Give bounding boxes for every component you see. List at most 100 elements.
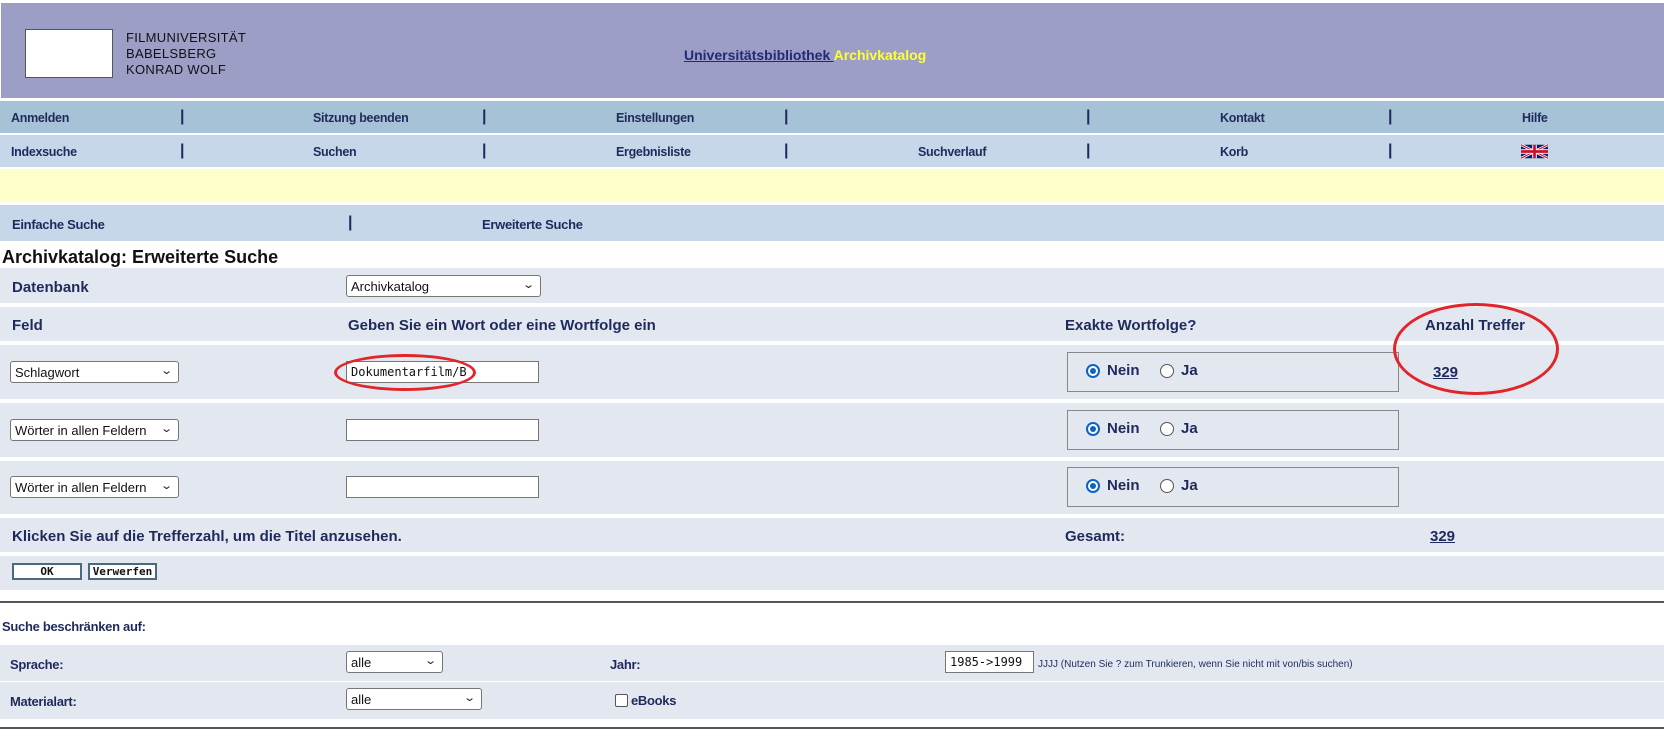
total-count-link[interactable]: 329: [1430, 528, 1455, 545]
restrict-language-row: Sprache: alle ⌄ Jahr: 1985->1999 JJJJ (N…: [0, 645, 1664, 681]
field-select[interactable]: Wörter in allen Feldern ⌄: [10, 476, 179, 498]
catalog-link[interactable]: Archivkatalog: [834, 47, 927, 63]
tab-advanced-search[interactable]: Erweiterte Suche: [482, 217, 583, 232]
exact-yes-radio[interactable]: [1160, 479, 1174, 493]
search-term-input[interactable]: [346, 419, 539, 441]
exact-phrase-group: Nein Ja: [1067, 467, 1399, 507]
button-row: OK Verwerfen: [0, 556, 1664, 592]
nav-separator: |: [784, 108, 789, 125]
search-row: Wörter in allen Feldern ⌄ Nein Ja: [0, 403, 1664, 459]
ok-button[interactable]: OK: [12, 563, 82, 580]
hit-count-link[interactable]: 329: [1433, 364, 1458, 381]
col-field-header: Feld: [12, 317, 43, 334]
logo-text: FILMUNIVERSITÄT BABELSBERG KONRAD WOLF: [126, 30, 246, 78]
tab-simple-search[interactable]: Einfache Suche: [12, 217, 105, 232]
chevron-down-icon: ⌄: [159, 365, 173, 377]
tab-separator: |: [348, 214, 353, 231]
uk-flag-icon[interactable]: [1521, 144, 1548, 159]
search-mode-tabs: Einfache Suche | Erweiterte Suche: [0, 205, 1664, 241]
page-title: Archivkatalog: Erweiterte Suche: [2, 247, 279, 267]
chevron-down-icon: ⌄: [521, 279, 535, 291]
library-link[interactable]: Universitätsbibliothek: [684, 47, 834, 63]
nav-separator: |: [1086, 142, 1091, 159]
restrict-material-row: Materialart: alle ⌄ eBooks: [0, 682, 1664, 719]
nav-separator: |: [784, 142, 789, 159]
total-label: Gesamt:: [1065, 528, 1126, 545]
language-select-value: alle: [351, 655, 372, 670]
chevron-down-icon: ⌄: [159, 480, 173, 492]
material-select-value: alle: [351, 692, 372, 707]
nav-separator: |: [1388, 108, 1393, 125]
material-select[interactable]: alle ⌄: [346, 688, 482, 710]
nav-settings[interactable]: Einstellungen: [616, 111, 694, 125]
nav-help[interactable]: Hilfe: [1522, 111, 1548, 125]
exact-no-label: Nein: [1107, 477, 1140, 494]
chevron-down-icon: ⌄: [462, 692, 476, 704]
col-exact-header: Exakte Wortfolge?: [1065, 317, 1197, 334]
search-row: Wörter in allen Feldern ⌄ Nein Ja: [0, 461, 1664, 516]
database-select-value: Archivkatalog: [351, 279, 430, 294]
click-hint: Klicken Sie auf die Trefferzahl, um die …: [12, 528, 402, 545]
chevron-down-icon: ⌄: [423, 655, 437, 667]
language-select[interactable]: alle ⌄: [346, 651, 443, 673]
header-links: Universitätsbibliothek Archivkatalog: [684, 47, 926, 63]
nav-bar-search: Indexsuche | Suchen | Ergebnisliste | Su…: [0, 135, 1664, 167]
exact-no-radio[interactable]: [1086, 422, 1100, 436]
field-select-value: Wörter in allen Feldern: [15, 423, 147, 438]
nav-result-list[interactable]: Ergebnisliste: [616, 145, 691, 159]
nav-separator: |: [482, 142, 487, 159]
database-row: Datenbank Archivkatalog ⌄: [0, 268, 1664, 305]
nav-separator: |: [1388, 142, 1393, 159]
nav-bar-account: Anmelden | Sitzung beenden | Einstellung…: [0, 101, 1664, 133]
search-row: Schlagwort ⌄ Dokumentarfilm/B Nein Ja 32…: [0, 345, 1664, 401]
field-select[interactable]: Wörter in allen Feldern ⌄: [10, 419, 179, 441]
restrict-title: Suche beschränken auf:: [2, 619, 146, 634]
nav-search[interactable]: Suchen: [313, 145, 357, 159]
search-term-input[interactable]: [346, 476, 539, 498]
database-label: Datenbank: [12, 279, 89, 296]
logo-line-3: KONRAD WOLF: [126, 62, 227, 77]
nav-index-search[interactable]: Indexsuche: [11, 145, 77, 159]
ebooks-checkbox[interactable]: [615, 694, 628, 707]
message-bar: [0, 169, 1664, 202]
language-label: Sprache:: [10, 657, 64, 672]
chevron-down-icon: ⌄: [159, 423, 173, 435]
nav-separator: |: [1086, 108, 1091, 125]
field-select-value: Wörter in allen Feldern: [15, 480, 147, 495]
exact-no-label: Nein: [1107, 362, 1140, 379]
logo-line-1: FILMUNIVERSITÄT: [126, 30, 247, 45]
exact-yes-radio[interactable]: [1160, 364, 1174, 378]
total-row: Klicken Sie auf die Trefferzahl, um die …: [0, 518, 1664, 554]
nav-separator: |: [482, 108, 487, 125]
col-words-header: Geben Sie ein Wort oder eine Wortfolge e…: [348, 317, 656, 334]
nav-login[interactable]: Anmelden: [11, 111, 69, 125]
logo-line-2: BABELSBERG: [126, 46, 217, 61]
field-select-value: Schlagwort: [15, 365, 80, 380]
search-term-input[interactable]: Dokumentarfilm/B: [346, 361, 539, 383]
material-label: Materialart:: [10, 694, 77, 709]
header-banner: FILMUNIVERSITÄT BABELSBERG KONRAD WOLF U…: [0, 0, 1664, 98]
exact-yes-label: Ja: [1181, 420, 1198, 437]
year-label: Jahr:: [610, 657, 641, 672]
column-header-row: Feld Geben Sie ein Wort oder eine Wortfo…: [0, 307, 1664, 343]
nav-logout[interactable]: Sitzung beenden: [313, 111, 409, 125]
reset-button[interactable]: Verwerfen: [88, 563, 157, 580]
col-hits-header: Anzahl Treffer: [1425, 317, 1526, 334]
exact-no-radio[interactable]: [1086, 479, 1100, 493]
nav-separator: |: [180, 142, 185, 159]
database-select[interactable]: Archivkatalog ⌄: [346, 275, 541, 297]
exact-phrase-group: Nein Ja: [1067, 410, 1399, 450]
divider: [0, 727, 1664, 729]
exact-yes-label: Ja: [1181, 362, 1198, 379]
exact-no-label: Nein: [1107, 420, 1140, 437]
logo-image: [25, 29, 113, 78]
nav-basket[interactable]: Korb: [1220, 145, 1248, 159]
exact-no-radio[interactable]: [1086, 364, 1100, 378]
divider: [0, 601, 1664, 603]
field-select[interactable]: Schlagwort ⌄: [10, 361, 179, 383]
exact-yes-label: Ja: [1181, 477, 1198, 494]
nav-search-history[interactable]: Suchverlauf: [918, 145, 987, 159]
nav-contact[interactable]: Kontakt: [1220, 111, 1265, 125]
exact-yes-radio[interactable]: [1160, 422, 1174, 436]
year-input[interactable]: 1985->1999: [945, 651, 1034, 673]
